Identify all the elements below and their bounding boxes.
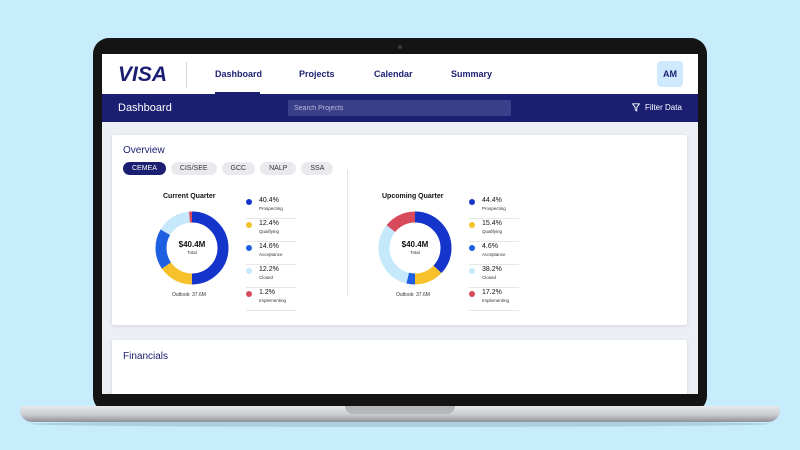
legend-item: 44.4% Prospecting [469,196,519,219]
legend-label: Qualifying [259,229,280,234]
legend-dot [246,291,252,297]
search-input[interactable] [288,100,511,116]
legend-item: 4.6% Acceptance [469,242,519,265]
current-total-value: $40.4M [178,240,206,249]
legend-percent: 12.2% [259,266,279,273]
filter-data-button[interactable]: Filter Data [632,103,682,112]
legend-dot [469,222,475,228]
legend-label: Qualifying [482,229,503,234]
legend-percent: 38.2% [482,266,502,273]
visa-logo[interactable]: VISA [118,63,167,87]
legend-percent: 14.6% [259,243,279,250]
legend-percent: 4.6% [482,243,498,250]
legend-percent: 12.4% [259,220,279,227]
legend-label: Implementing [259,298,287,303]
camera-icon [398,45,402,49]
page-title: Dashboard [118,102,172,114]
current-outlook: Outlook: 37.6M [172,292,206,298]
legend-label: Closed [259,275,274,280]
legend-label: Closed [482,275,497,280]
nav-calendar[interactable]: Calendar [374,69,413,79]
current-quarter-title: Current Quarter [163,193,216,200]
upcoming-quarter-title: Upcoming Quarter [382,193,444,200]
tab-gcc[interactable]: GCC [221,162,256,175]
financials-card: Financials [112,340,687,394]
current-donut-center: $40.4M Total [154,240,230,255]
current-total-label: Total [187,250,197,255]
legend-dot [469,199,475,205]
region-tabs: CEMEA CIS/SEE GCC NALP SSA [123,162,338,175]
legend-label: Acceptance [259,252,283,257]
legend-dot [246,245,252,251]
legend-item: 12.2% Closed [246,265,296,288]
legend-label: Prospecting [259,206,283,211]
legend-dot [246,222,252,228]
overview-card: Overview CEMEA CIS/SEE GCC NALP SSA Curr… [112,135,687,325]
nav-projects[interactable]: Projects [299,69,335,79]
current-legend: 40.4% Prospecting 12.4% Qualifying 14.6%… [246,196,296,311]
tab-cis-see[interactable]: CIS/SEE [170,162,217,175]
legend-dot [469,245,475,251]
legend-percent: 44.4% [482,197,502,204]
upcoming-outlook: Outlook: 37.6M [396,292,430,298]
legend-percent: 1.2% [259,289,275,296]
legend-item: 15.4% Qualifying [469,219,519,242]
financials-title: Financials [123,351,169,362]
laptop-notch [345,406,455,414]
legend-label: Prospecting [482,206,506,211]
user-avatar[interactable]: AM [657,61,683,87]
upcoming-total-value: $40.4M [401,240,429,249]
tab-nalp[interactable]: NALP [260,162,297,175]
tab-cemea[interactable]: CEMEA [123,162,166,175]
legend-percent: 17.2% [482,289,502,296]
nav-dashboard[interactable]: Dashboard [215,69,262,79]
overview-title: Overview [123,145,165,156]
legend-dot [246,199,252,205]
filter-data-label: Filter Data [645,103,682,112]
quarter-divider [347,170,348,296]
legend-item: 1.2% Implementing [246,288,296,311]
upcoming-total-label: Total [410,250,420,255]
legend-item: 14.6% Acceptance [246,242,296,265]
filter-icon [632,103,640,112]
legend-dot [246,268,252,274]
legend-item: 40.4% Prospecting [246,196,296,219]
logo-divider [186,62,187,88]
nav-summary[interactable]: Summary [451,69,492,79]
legend-label: Acceptance [482,252,506,257]
legend-item: 17.2% Implementing [469,288,519,311]
legend-dot [469,268,475,274]
tab-ssa[interactable]: SSA [301,162,334,175]
laptop-screen: VISA Dashboard Projects Calendar Summary… [102,54,698,394]
top-navigation: VISA Dashboard Projects Calendar Summary… [102,54,698,94]
upcoming-donut-center: $40.4M Total [377,240,453,255]
legend-item: 38.2% Closed [469,265,519,288]
legend-dot [469,291,475,297]
upcoming-legend: 44.4% Prospecting 15.4% Qualifying 4.6% … [469,196,519,311]
legend-percent: 15.4% [482,220,502,227]
dashboard-header-bar: Dashboard Filter Data [102,94,698,122]
legend-label: Implementing [482,298,510,303]
legend-percent: 40.4% [259,197,279,204]
legend-item: 12.4% Qualifying [246,219,296,242]
